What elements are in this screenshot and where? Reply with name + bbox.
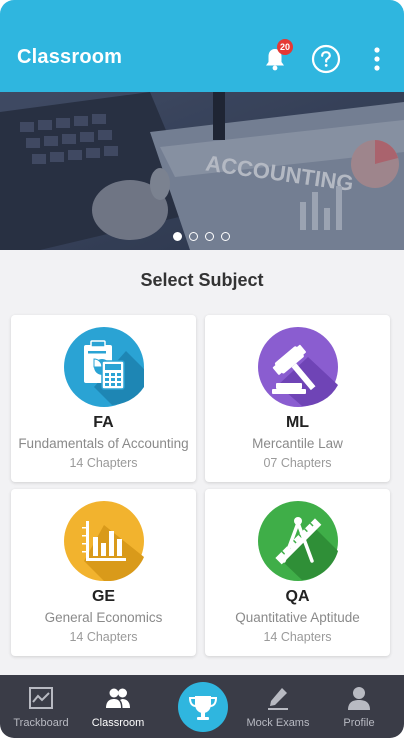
- subject-name: Mercantile Law: [252, 436, 343, 451]
- classroom-icon: [106, 688, 130, 708]
- gavel-icon: [258, 327, 338, 407]
- nav-label: Profile: [343, 717, 375, 729]
- subject-chapters: 14 Chapters: [263, 630, 332, 644]
- banner-image: ACCOUNTING: [0, 92, 404, 250]
- nav-item-trackboard[interactable]: Trackboard: [1, 675, 81, 738]
- nav-item-mock-exams[interactable]: Mock Exams: [238, 675, 318, 738]
- banner-carousel[interactable]: ACCOUNTING: [0, 92, 404, 250]
- carousel-dot[interactable]: [205, 232, 214, 241]
- subject-card-ge[interactable]: GE General Economics 14 Chapters: [11, 489, 196, 656]
- help-button[interactable]: [311, 44, 341, 74]
- more-vert-icon: [374, 47, 380, 71]
- carousel-dot[interactable]: [221, 232, 230, 241]
- carousel-indicator: [0, 232, 404, 242]
- help-icon: [311, 44, 341, 74]
- trophy-icon: [188, 696, 218, 720]
- trophy-button[interactable]: [178, 682, 228, 732]
- nav-label: Classroom: [91, 717, 145, 729]
- section-title: Select Subject: [140, 270, 264, 290]
- app-bar: Classroom 20: [0, 0, 404, 92]
- subject-card-qa[interactable]: QA Quantitative Aptitude 14 Chapters: [205, 489, 390, 656]
- subject-chapters: 07 Chapters: [263, 456, 332, 470]
- subject-chapters: 14 Chapters: [69, 630, 138, 644]
- subject-code: GE: [91, 588, 116, 605]
- subject-chapters: 14 Chapters: [69, 456, 138, 470]
- subject-name: Fundamentals of Accounting: [18, 436, 189, 451]
- subject-code: FA: [93, 414, 114, 431]
- subject-card-ml[interactable]: ML Mercantile Law 07 Chapters: [205, 315, 390, 482]
- compass-ruler-icon: [258, 501, 338, 581]
- subject-code: ML: [285, 414, 310, 431]
- profile-icon: [348, 687, 370, 710]
- subject-code: QA: [285, 588, 310, 605]
- accounting-calculator-icon: [64, 327, 144, 407]
- trackboard-icon: [29, 687, 53, 709]
- nav-label: Mock Exams: [246, 717, 310, 729]
- app-screen: Classroom 20 ACCOUNTING Select Subject F…: [0, 0, 404, 738]
- nav-item-profile[interactable]: Profile: [319, 675, 399, 738]
- nav-label: Trackboard: [13, 717, 69, 729]
- subject-name: General Economics: [44, 610, 163, 625]
- subject-card-fa[interactable]: FA Fundamentals of Accounting 14 Chapter…: [11, 315, 196, 482]
- carousel-dot[interactable]: [173, 232, 182, 241]
- app-title: Classroom: [17, 46, 123, 68]
- nav-item-classroom[interactable]: Classroom: [78, 675, 158, 738]
- more-options-button[interactable]: [370, 46, 384, 72]
- bar-chart-icon: [64, 501, 144, 582]
- pen-icon: [268, 688, 288, 710]
- subject-name: Quantitative Aptitude: [235, 610, 360, 625]
- notification-badge: 20: [277, 39, 293, 55]
- carousel-dot[interactable]: [189, 232, 198, 241]
